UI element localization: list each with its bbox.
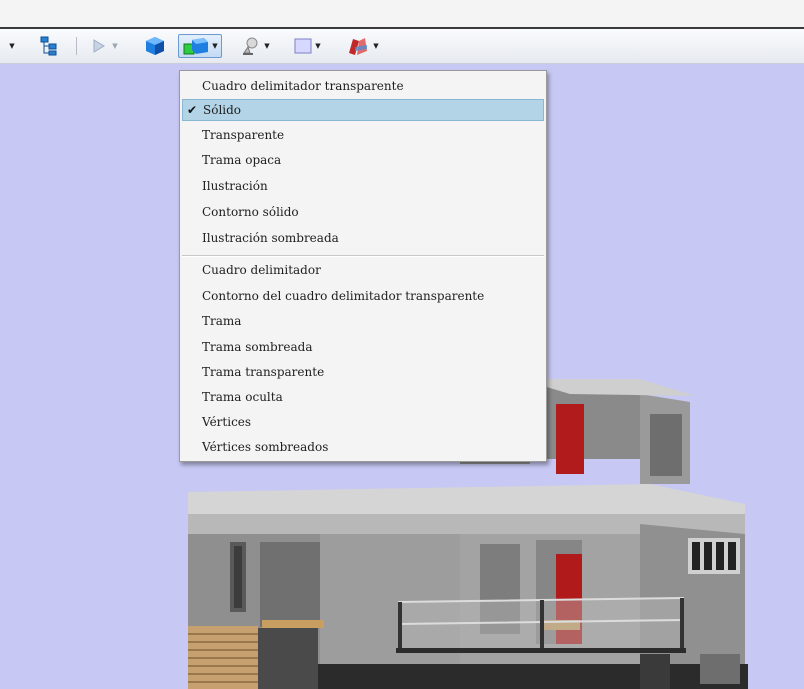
menu-item-transparent-wireframe[interactable]: Trama transparente — [182, 361, 544, 383]
menu-item-transparent-bounding-box-outline[interactable]: Contorno del cuadro delimitador transpar… — [182, 285, 544, 307]
dropdown-arrow-icon: ▼ — [264, 42, 270, 50]
window-top-strip — [0, 0, 804, 29]
play-button[interactable]: ▼ — [90, 34, 120, 58]
dropdown-arrow-icon: ▼ — [212, 42, 218, 50]
menu-item-shaded-wireframe[interactable]: Trama sombreada — [182, 336, 544, 358]
background-color-button[interactable]: ▼ — [290, 34, 324, 58]
dropdown-arrow-icon: ▼ — [9, 42, 15, 50]
menu-item-shaded-illustration[interactable]: Ilustración sombreada — [182, 227, 544, 249]
solid-view-button[interactable] — [142, 34, 168, 58]
menu-separator — [182, 255, 544, 257]
menu-item-hidden-wireframe[interactable]: Trama oculta — [182, 386, 544, 408]
tree-view-icon — [40, 36, 57, 56]
light-icon — [243, 37, 258, 55]
menu-item-transparent[interactable]: Transparente — [182, 124, 544, 146]
solid-cube-icon — [146, 37, 164, 55]
menu-item-solid-outline[interactable]: Contorno sólido — [182, 201, 544, 223]
play-icon — [93, 39, 106, 53]
section-button[interactable]: ▼ — [342, 34, 382, 58]
menu-item-bounding-box[interactable]: Cuadro delimitador — [182, 259, 544, 281]
menu-item-illustration[interactable]: Ilustración — [182, 175, 544, 197]
menu-item-wireframe[interactable]: Trama — [182, 310, 544, 332]
menu-item-transparent-bounding-box[interactable]: Cuadro delimitador transparente — [182, 75, 544, 97]
render-mode-menu: Cuadro delimitador transparente ✔ Sólido… — [179, 70, 547, 462]
checkmark-icon: ✔ — [187, 103, 198, 117]
toolbar-separator — [76, 37, 77, 55]
view-dropdown-arrow[interactable]: ▼ — [4, 34, 18, 58]
dropdown-arrow-icon: ▼ — [112, 42, 118, 50]
menu-item-solid[interactable]: ✔ Sólido — [182, 99, 544, 121]
tree-view-button[interactable] — [36, 34, 62, 58]
section-icon — [349, 38, 368, 55]
background-color-icon — [294, 38, 312, 54]
menu-item-shaded-vertices[interactable]: Vértices sombreados — [182, 436, 544, 458]
render-mode-icon — [183, 38, 209, 55]
dropdown-arrow-icon: ▼ — [373, 42, 379, 50]
menu-item-opaque-wireframe[interactable]: Trama opaca — [182, 149, 544, 171]
menu-item-label: Sólido — [203, 103, 242, 117]
toolbar: ▼ ▼ ▼ ▼ ▼ ▼ — [0, 29, 804, 64]
menu-item-vertices[interactable]: Vértices — [182, 411, 544, 433]
dropdown-arrow-icon: ▼ — [315, 42, 321, 50]
render-mode-button[interactable]: ▼ — [178, 34, 222, 58]
lighting-button[interactable]: ▼ — [238, 34, 272, 58]
